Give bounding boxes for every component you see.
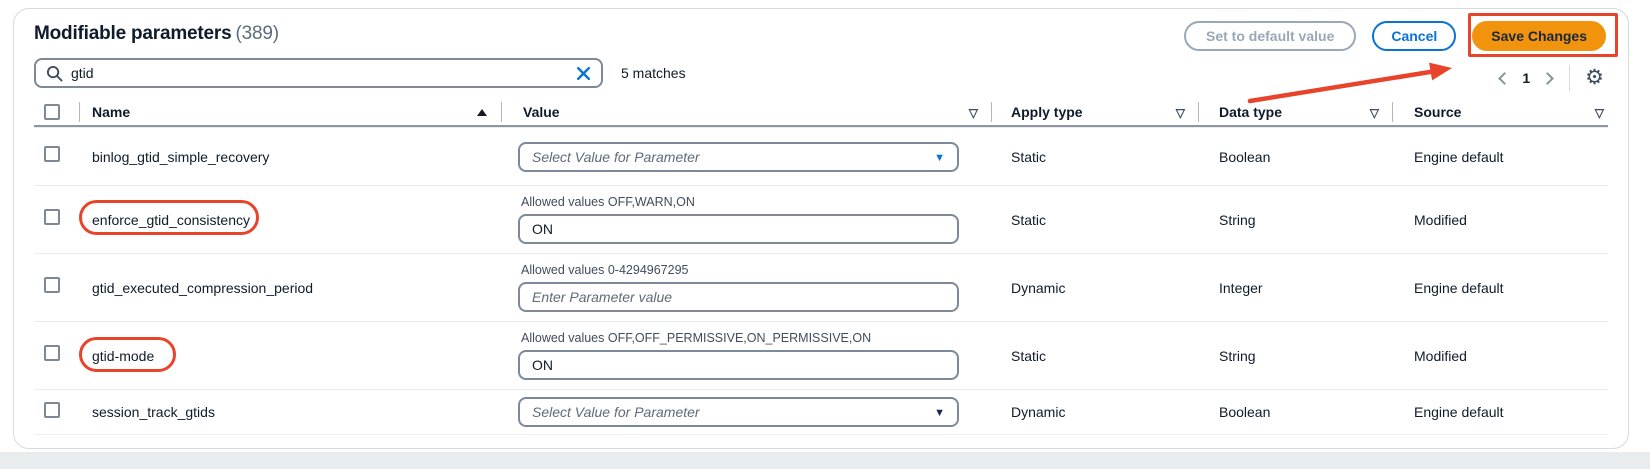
allowed-values-hint: Allowed values OFF,OFF_PERMISSIVE,ON_PER… <box>521 331 991 345</box>
parameters-table: Name Value Apply type Data type Source <box>34 99 1608 435</box>
search-icon <box>46 65 63 82</box>
apply-type-value: Dynamic <box>991 280 1198 296</box>
row-checkbox[interactable] <box>44 402 60 418</box>
panel-actions: Set to default value Cancel Save Changes <box>1184 21 1606 51</box>
allowed-values-hint: Allowed values 0-4294967295 <box>521 263 991 277</box>
page-background-strip <box>0 452 1650 469</box>
column-header-data-type[interactable]: Data type <box>1198 99 1392 125</box>
source-value: Engine default <box>1392 280 1608 296</box>
sort-icon-value <box>969 104 978 120</box>
panel-title-text: Modifiable parameters <box>34 23 231 44</box>
source-value: Modified <box>1392 212 1608 228</box>
apply-type-value: Dynamic <box>991 404 1198 420</box>
parameter-name: enforce_gtid_consistency <box>79 212 501 228</box>
table-row: gtid-mode Allowed values OFF,OFF_PERMISS… <box>34 321 1608 389</box>
sort-icon-source <box>1595 104 1604 120</box>
search-box[interactable] <box>34 58 603 88</box>
row-checkbox[interactable] <box>44 209 60 225</box>
source-value: Engine default <box>1392 404 1608 420</box>
parameter-name: gtid-mode <box>79 348 501 364</box>
parameter-name: gtid_executed_compression_period <box>79 280 501 296</box>
parameter-name: binlog_gtid_simple_recovery <box>79 149 501 165</box>
apply-type-value: Static <box>991 348 1198 364</box>
apply-type-value: Static <box>991 212 1198 228</box>
select-placeholder: Select Value for Parameter <box>532 404 700 420</box>
sort-ascending-icon <box>477 109 487 116</box>
set-to-default-button[interactable]: Set to default value <box>1184 21 1356 51</box>
column-header-name[interactable]: Name <box>79 99 501 125</box>
value-input[interactable] <box>532 284 945 310</box>
pagination-divider <box>1569 65 1570 91</box>
search-row: 5 matches <box>34 58 686 88</box>
settings-gear-icon[interactable] <box>1585 67 1604 89</box>
parameter-count: (389) <box>235 23 278 44</box>
value-input-wrapper <box>518 214 959 244</box>
parameter-name: session_track_gtids <box>79 404 501 420</box>
sort-icon-apply-type <box>1176 104 1185 120</box>
column-header-apply-type[interactable]: Apply type <box>991 99 1198 125</box>
clear-search-icon[interactable] <box>576 66 591 81</box>
column-header-name-label: Name <box>92 104 130 120</box>
current-page-number[interactable]: 1 <box>1522 70 1530 86</box>
next-page-icon[interactable] <box>1541 72 1554 85</box>
value-select[interactable]: Select Value for Parameter <box>518 142 959 172</box>
panel-title: Modifiable parameters(389) <box>34 23 279 45</box>
select-all-cell <box>34 99 79 125</box>
allowed-values-hint: Allowed values OFF,WARN,ON <box>521 195 991 209</box>
value-input[interactable] <box>532 216 945 242</box>
column-header-data-label: Data type <box>1219 104 1282 120</box>
match-count: 5 matches <box>621 65 686 81</box>
value-input[interactable] <box>532 352 945 378</box>
modifiable-parameters-panel: Modifiable parameters(389) Set to defaul… <box>13 8 1629 449</box>
data-type-value: String <box>1198 348 1392 364</box>
chevron-down-icon <box>934 404 945 420</box>
column-header-source-label: Source <box>1414 104 1461 120</box>
value-input-wrapper <box>518 350 959 380</box>
table-row: gtid_executed_compression_period Allowed… <box>34 253 1608 321</box>
column-header-value-label: Value <box>523 104 560 120</box>
table-row: session_track_gtids Select Value for Par… <box>34 389 1608 435</box>
row-checkbox[interactable] <box>44 146 60 162</box>
cancel-button[interactable]: Cancel <box>1372 21 1456 51</box>
column-header-source[interactable]: Source <box>1392 99 1608 125</box>
select-placeholder: Select Value for Parameter <box>532 149 700 165</box>
value-input-wrapper <box>518 282 959 312</box>
data-type-value: Integer <box>1198 280 1392 296</box>
value-select[interactable]: Select Value for Parameter <box>518 397 959 427</box>
source-value: Modified <box>1392 348 1608 364</box>
data-type-value: Boolean <box>1198 149 1392 165</box>
row-checkbox[interactable] <box>44 277 60 293</box>
apply-type-value: Static <box>991 149 1198 165</box>
data-type-value: Boolean <box>1198 404 1392 420</box>
pagination: 1 <box>1496 63 1604 93</box>
data-type-value: String <box>1198 212 1392 228</box>
column-header-value[interactable]: Value <box>501 99 991 125</box>
table-row: enforce_gtid_consistency Allowed values … <box>34 185 1608 253</box>
chevron-down-icon <box>934 149 945 165</box>
save-changes-button[interactable]: Save Changes <box>1472 21 1606 51</box>
table-header-row: Name Value Apply type Data type Source <box>34 99 1608 127</box>
table-row: binlog_gtid_simple_recovery Select Value… <box>34 127 1608 185</box>
column-header-apply-label: Apply type <box>1011 104 1083 120</box>
select-all-checkbox[interactable] <box>44 104 60 120</box>
search-input[interactable] <box>71 65 576 81</box>
source-value: Engine default <box>1392 149 1608 165</box>
row-checkbox[interactable] <box>44 345 60 361</box>
previous-page-icon[interactable] <box>1499 72 1512 85</box>
sort-icon-data-type <box>1370 104 1379 120</box>
